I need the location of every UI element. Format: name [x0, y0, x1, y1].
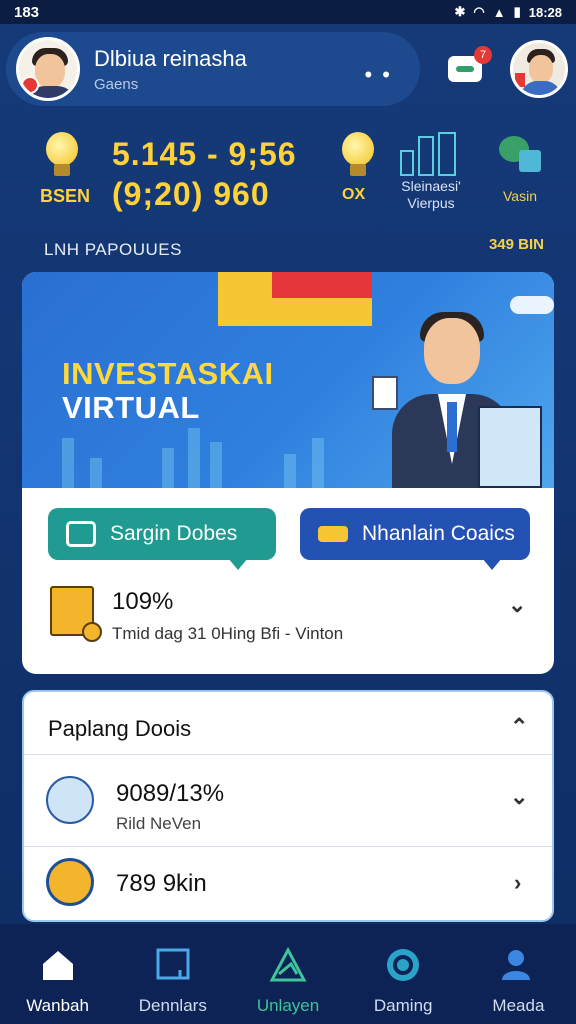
divider: [24, 754, 552, 755]
banner[interactable]: INVESTASKAI VIRTUAL: [22, 272, 554, 488]
status-time: 183: [14, 3, 40, 21]
primary-action-button[interactable]: Sargin Dobes: [48, 508, 276, 570]
document-icon: [156, 948, 190, 980]
divider: [24, 846, 552, 847]
globe-icon: [46, 858, 94, 906]
chevron-down-icon[interactable]: ⌄: [510, 784, 528, 810]
nav-item-daming[interactable]: Daming: [346, 924, 461, 1024]
list-item-sub: Rild NeVen: [116, 814, 202, 833]
summary-percent: 109%: [112, 588, 174, 615]
bottom-nav: Wanbah Dennlars Unlayen Daming Meada: [0, 924, 576, 1024]
chevron-right-icon[interactable]: ›: [514, 870, 521, 896]
cube-icon: [66, 521, 96, 547]
status-bar: 183 ✱ ◠ ▲ ▮ 18:28: [0, 0, 576, 24]
nav-item-home[interactable]: Wanbah: [0, 924, 115, 1024]
stat-mid-label: OX: [342, 186, 366, 203]
chevron-down-icon[interactable]: ⌄: [508, 592, 526, 618]
status-badge: [21, 76, 39, 94]
profile-avatar[interactable]: [510, 40, 568, 98]
stat-city-label: Sleinaesi' Vierpus: [401, 178, 461, 211]
user-subtitle: Gaens: [94, 75, 139, 93]
lightbulb-icon: [42, 132, 82, 182]
banner-title: INVESTASKAI: [62, 356, 274, 391]
triangle-icon: [269, 946, 307, 982]
user-header[interactable]: Dlbiua reinasha Gaens • •: [6, 32, 420, 106]
section-title: LNH PAPOUUES: [44, 240, 182, 259]
stat-right-label: Vasin: [503, 188, 537, 204]
popular-title: Paplang Doois: [48, 716, 192, 741]
status-icons: ✱ ◠ ▲ ▮ 18:28: [454, 4, 562, 20]
signal-icon: ▲: [492, 4, 506, 20]
popular-card: Paplang Doois ⌃ 9089/13% Rild NeVen ⌄ 78…: [22, 690, 554, 922]
buildings-icon: [398, 132, 460, 176]
gauge-icon: [387, 949, 420, 981]
home-icon: [42, 951, 73, 980]
stat-value-top: 5.145 - 9;56: [112, 136, 297, 172]
user-info: Dlbiua reinasha Gaens: [94, 46, 247, 93]
stat-value-bottom: (9;20) 960: [112, 176, 270, 212]
chat-notification-button[interactable]: 7: [446, 46, 492, 86]
nav-item-unlayen[interactable]: Unlayen: [230, 924, 345, 1024]
pencil-icon: [46, 776, 94, 824]
user-name: Dlbiua reinasha: [94, 45, 247, 71]
bluetooth-icon: ✱: [454, 4, 466, 19]
nav-item-dennlars[interactable]: Dennlars: [115, 924, 230, 1024]
status-clock: 18:28: [528, 4, 562, 20]
handshake-icon: [318, 526, 348, 542]
battery-icon: ▮: [513, 4, 521, 19]
nav-item-meada[interactable]: Meada: [461, 924, 576, 1024]
chevron-up-icon[interactable]: ⌃: [510, 714, 528, 740]
tree-icon: [497, 136, 543, 176]
investment-card: INVESTASKAI VIRTUAL Sargin Dobes Nhanlai…: [22, 272, 554, 674]
summary-subtitle: Tmid dag 31 0Hing Bfi - Vinton: [112, 624, 344, 643]
bar-chart-icon: [478, 406, 542, 488]
list-item-value: 789 9kin: [116, 870, 207, 897]
wifi-icon: ◠: [473, 4, 485, 19]
stat-left-label: BSEN: [40, 186, 91, 206]
more-menu-icon[interactable]: • •: [364, 62, 392, 88]
secondary-action-button[interactable]: Nhanlain Coaics: [300, 508, 530, 570]
user-icon: [502, 950, 531, 980]
notification-badge: 7: [474, 46, 492, 64]
section-right-value: 349 BIN: [488, 236, 544, 253]
banner-subtitle: VIRTUAL: [62, 390, 200, 425]
lightbulb-icon: [338, 132, 378, 182]
package-icon: [50, 586, 102, 642]
avatar[interactable]: [16, 37, 80, 101]
list-item-value: 9089/13%: [116, 780, 225, 807]
